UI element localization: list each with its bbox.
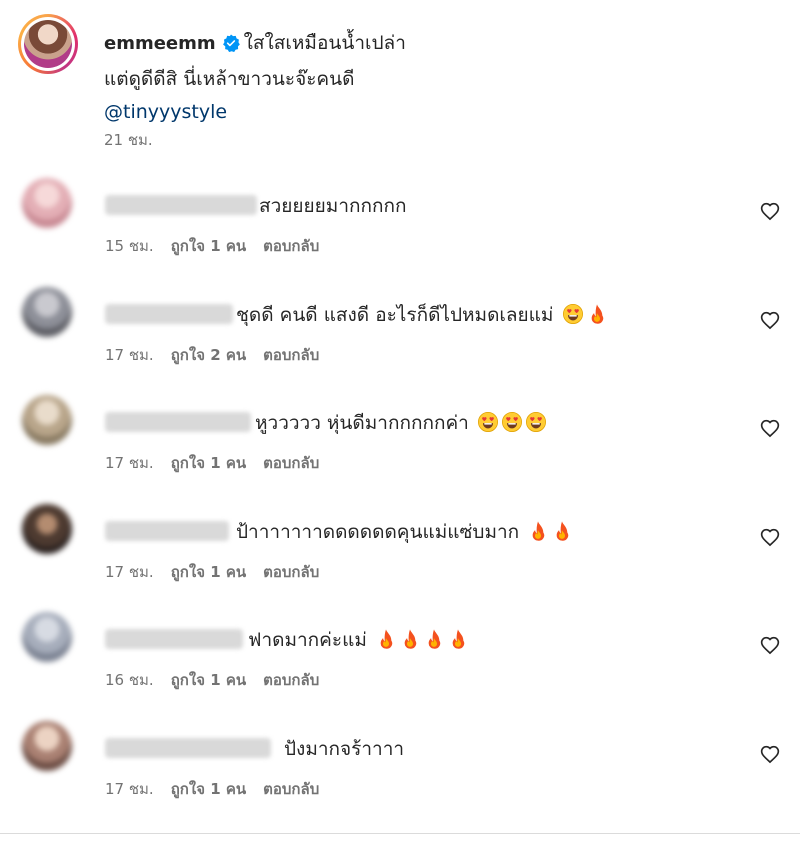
- caption-line-1: ใสใสเหมือนน้ำเปล่า: [243, 32, 406, 54]
- caption-line-2: แต่ดูดีดีสิ นี่เหล้าขาวนะจ๊ะคนดี: [104, 68, 355, 90]
- reply-button[interactable]: ตอบกลับ: [263, 237, 319, 255]
- comment-meta: 16 ชม. ถูกใจ 1 คน ตอบกลับ: [105, 668, 336, 692]
- owner-username[interactable]: emmeemm: [104, 33, 216, 54]
- comment-timestamp[interactable]: 16 ชม.: [105, 671, 154, 689]
- commenter-username[interactable]: daonepyaaa: [105, 303, 233, 324]
- comment-timestamp[interactable]: 17 ชม.: [105, 346, 154, 364]
- caption-text: emmeemm ใสใสเหมือนน้ำเปล่า แต่ดูดีดีสิ นี…: [104, 27, 744, 129]
- comment-body: ปังมากจร้าาาา: [284, 737, 405, 760]
- owner-avatar[interactable]: [24, 20, 72, 68]
- reply-button[interactable]: ตอบกลับ: [263, 563, 319, 581]
- commenter-username[interactable]: kwan_jutakub: [105, 412, 251, 432]
- comment-item: daonepyaaa ชุดดี คนดี แสงดี อะไรก็ดีไปหม…: [0, 277, 800, 386]
- comment-item: anna_sulakhiaa สวยยยยมากกกกก 15 ชม. ถูกใจ…: [0, 168, 800, 277]
- comment-item: kwan_jutakub หูววววว หุ่นดีมากกกกกค่า 17…: [0, 385, 800, 494]
- commenter-avatar[interactable]: [22, 395, 72, 445]
- commenter-avatar[interactable]: [22, 612, 72, 662]
- comment-like-count[interactable]: ถูกใจ 1 คน: [171, 780, 246, 798]
- comment-body: ชุดดี คนดี แสงดี อะไรก็ดีไปหมดเลยแม่: [236, 303, 554, 326]
- comment-like-count[interactable]: ถูกใจ 1 คน: [171, 671, 246, 689]
- comment-text: ฟาดมากค่ะแม่: [248, 627, 469, 653]
- comment-like-count[interactable]: ถูกใจ 1 คน: [171, 237, 246, 255]
- comment-body: ฟาดมากค่ะแม่: [248, 629, 367, 651]
- heart-eyes-emoji-icon: [477, 412, 498, 432]
- comment-timestamp[interactable]: 17 ชม.: [105, 563, 154, 581]
- reply-button[interactable]: ตอบกลับ: [263, 454, 319, 472]
- comment-text: ปังมากจร้าาาา: [284, 736, 404, 762]
- commenter-username[interactable]: ikamsaanlabs: [105, 629, 243, 649]
- comment-meta: 17 ชม. ถูกใจ 1 คน ตอบกลับ: [105, 777, 336, 801]
- comment-timestamp[interactable]: 17 ชม.: [105, 780, 154, 798]
- heart-outline-icon[interactable]: [760, 528, 780, 548]
- comment-like-count[interactable]: ถูกใจ 1 คน: [171, 454, 246, 472]
- comment-item: apple_muchimai ปังมากจร้าาาา 17 ชม. ถูกใจ…: [0, 711, 800, 820]
- comment-like-count[interactable]: ถูกใจ 2 คน: [171, 346, 246, 364]
- reply-button[interactable]: ตอบกลับ: [263, 780, 319, 798]
- comment-item: ikamsaanlabs ฟาดมากค่ะแม่ 16 ชม. ถูกใจ 1 …: [0, 602, 800, 711]
- bottom-divider: [0, 833, 800, 834]
- owner-avatar-story-ring[interactable]: [18, 14, 78, 74]
- comment-text: ป้าาาาาาาดดดดดดคุนแม่แซ่บมาก: [236, 519, 573, 545]
- commenter-username[interactable]: apple_muchimai: [105, 737, 271, 758]
- heart-outline-icon[interactable]: [760, 419, 780, 439]
- commenter-username[interactable]: fung_sillabo: [105, 520, 229, 541]
- fire-emoji-icon: [380, 629, 393, 649]
- fire-emoji-icon: [556, 520, 569, 541]
- comment-timestamp[interactable]: 17 ชม.: [105, 454, 154, 472]
- comment-meta: 15 ชม. ถูกใจ 1 คน ตอบกลับ: [105, 234, 336, 258]
- heart-outline-icon[interactable]: [760, 745, 780, 765]
- fire-emoji-icon: [404, 629, 417, 649]
- heart-outline-icon[interactable]: [760, 202, 780, 222]
- comment-meta: 17 ชม. ถูกใจ 2 คน ตอบกลับ: [105, 343, 336, 367]
- caption-block: emmeemm ใสใสเหมือนน้ำเปล่า แต่ดูดีดีสิ นี…: [18, 14, 778, 154]
- fire-emoji-icon: [532, 520, 545, 541]
- comment-text: ชุดดี คนดี แสงดี อะไรก็ดีไปหมดเลยแม่: [236, 302, 608, 328]
- commenter-avatar[interactable]: [22, 178, 72, 228]
- comment-text: หูววววว หุ่นดีมากกกกกค่า: [255, 410, 547, 436]
- comment-list: anna_sulakhiaa สวยยยยมากกกกก 15 ชม. ถูกใจ…: [0, 168, 800, 819]
- comment-body: สวยยยยมากกกกก: [259, 195, 407, 217]
- heart-eyes-emoji-icon: [501, 412, 522, 432]
- comment-meta: 17 ชม. ถูกใจ 1 คน ตอบกลับ: [105, 560, 336, 584]
- commenter-avatar[interactable]: [22, 720, 72, 771]
- commenter-avatar[interactable]: [22, 286, 72, 337]
- commenter-username[interactable]: anna_sulakhiaa: [105, 195, 257, 215]
- fire-emoji-icon: [452, 629, 465, 649]
- comment-text: สวยยยยมากกกกก: [259, 193, 407, 219]
- heart-eyes-emoji-icon: [562, 303, 583, 324]
- fire-emoji-icon: [591, 303, 603, 324]
- reply-button[interactable]: ตอบกลับ: [263, 346, 319, 364]
- heart-outline-icon[interactable]: [760, 311, 780, 331]
- commenter-avatar[interactable]: [22, 503, 72, 554]
- mention-link[interactable]: @tinyyystyle: [104, 101, 227, 123]
- caption-timestamp[interactable]: 21 ชม.: [104, 128, 153, 152]
- comment-meta: 17 ชม. ถูกใจ 1 คน ตอบกลับ: [105, 451, 336, 475]
- comment-item: fung_sillabo ป้าาาาาาาดดดดดดคุนแม่แซ่บมา…: [0, 494, 800, 603]
- verified-badge-icon: [222, 30, 240, 63]
- instagram-post-comments: emmeemm ใสใสเหมือนน้ำเปล่า แต่ดูดีดีสิ นี…: [0, 0, 800, 841]
- comment-timestamp[interactable]: 15 ชม.: [105, 237, 154, 255]
- comment-body: ป้าาาาาาาดดดดดดคุนแม่แซ่บมาก: [236, 520, 520, 543]
- comment-body: หูววววว หุ่นดีมากกกกกค่า: [255, 412, 469, 434]
- heart-eyes-emoji-icon: [525, 412, 546, 432]
- reply-button[interactable]: ตอบกลับ: [263, 671, 319, 689]
- comment-like-count[interactable]: ถูกใจ 1 คน: [171, 563, 246, 581]
- fire-emoji-icon: [428, 629, 441, 649]
- heart-outline-icon[interactable]: [760, 636, 780, 656]
